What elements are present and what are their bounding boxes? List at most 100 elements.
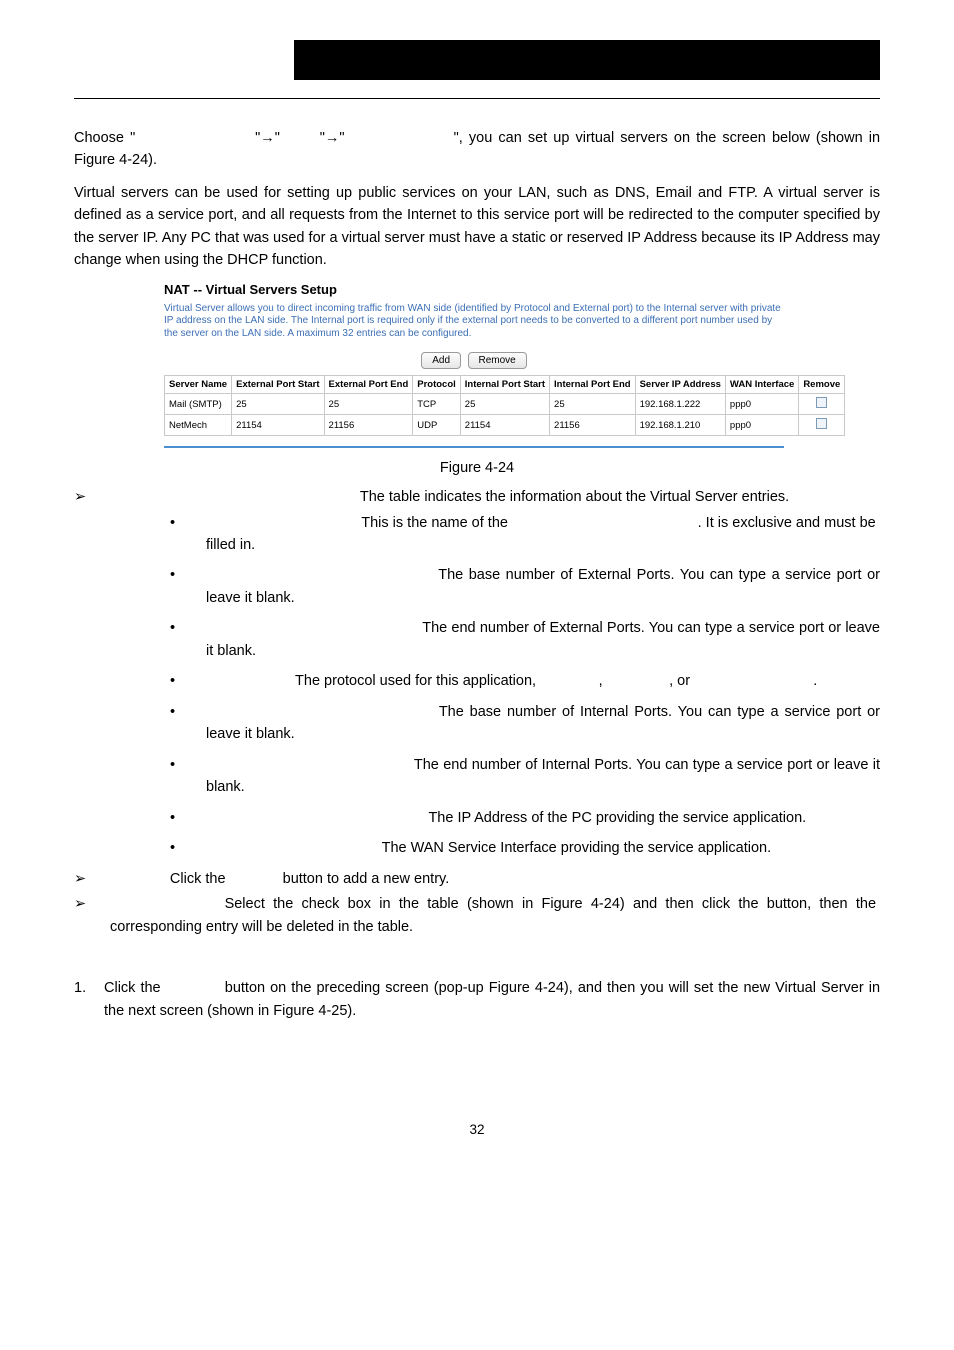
- bullet-icon: •: [150, 701, 206, 746]
- label-wan: WAN Interface:: [206, 840, 304, 856]
- list-item-vstable: ➢ Virtual Server Table: The table indica…: [74, 486, 880, 509]
- label-server-name: Server Name:: [206, 515, 295, 531]
- label-vs-table: Virtual Server Table:: [110, 489, 240, 505]
- page-number: 32: [74, 1122, 880, 1137]
- bullet-icon: •: [150, 512, 206, 557]
- cell: 25: [550, 394, 636, 415]
- list-item: • Internal Port End: The end number of I…: [150, 754, 880, 799]
- list-item: • WAN Interface: The WAN Service Interfa…: [150, 837, 880, 859]
- list-item: • Server IP Address: The IP Address of t…: [150, 807, 880, 829]
- list-item-add: ➢ Add: Click the Add button to add a new…: [74, 868, 880, 891]
- quote4: ": [339, 130, 344, 146]
- cell: ppp0: [725, 415, 798, 436]
- text: The IP Address of the PC providing the s…: [428, 810, 806, 826]
- figure-description: Virtual Server allows you to direct inco…: [164, 303, 784, 341]
- nav-step-1: Advanced Setup: [141, 130, 249, 146]
- col-server-name: Server Name: [165, 376, 232, 394]
- intro-paragraph: Virtual servers can be used for setting …: [74, 182, 880, 272]
- text: This is the name of the: [361, 515, 512, 531]
- field-list: • Server Name: This is the name of the V…: [150, 512, 880, 860]
- steps-list: 1. Click the Add button on the preceding…: [74, 977, 880, 1022]
- remove-checkbox[interactable]: [816, 397, 827, 408]
- label-add: Add:: [110, 871, 140, 887]
- choose-prefix: Choose ": [74, 130, 135, 146]
- add-button[interactable]: Add: [421, 352, 461, 369]
- label-protocol: Protocol:: [206, 673, 263, 689]
- remove-button[interactable]: Remove: [468, 352, 527, 369]
- cell: 25: [460, 394, 549, 415]
- label-udp: UDP: [607, 673, 637, 689]
- text-b: button to add a new entry.: [283, 871, 450, 887]
- col-protocol: Protocol: [413, 376, 461, 394]
- list-item: • Internal Port Start: The base number o…: [150, 701, 880, 746]
- step-number: 1.: [74, 977, 104, 1022]
- tail: .: [813, 673, 817, 689]
- label-vs: Virtual Server: [512, 515, 600, 531]
- label-all: TCP/UDP: [694, 673, 757, 689]
- col-remove: Remove: [799, 376, 845, 394]
- header-black-bar: [294, 40, 880, 80]
- bullet-icon: •: [150, 617, 206, 662]
- list-item-remove: ➢ Remove: Select the check box in the ta…: [74, 893, 880, 939]
- nav-path-paragraph: Choose " Advanced Setup "→" NAT "→" Virt…: [74, 127, 880, 172]
- chevron-icon: ➢: [74, 486, 110, 509]
- bullet-icon: •: [150, 670, 206, 692]
- arrow-icon-2: →: [325, 130, 340, 146]
- figure-title: NAT -- Virtual Servers Setup: [164, 282, 784, 297]
- list-item: • External Port Start: The base number o…: [150, 564, 880, 609]
- text: The protocol used for this application,: [295, 673, 540, 689]
- cell: 25: [232, 394, 324, 415]
- cell: 21154: [232, 415, 324, 436]
- label-int-end: Internal Port End:: [206, 757, 319, 773]
- cell: 192.168.1.210: [635, 415, 725, 436]
- bullet-icon: •: [150, 754, 206, 799]
- cell: NetMech: [165, 415, 232, 436]
- list-item: • Protocol: The protocol used for this a…: [150, 670, 880, 692]
- chevron-icon: ➢: [74, 868, 110, 891]
- quote2: ": [275, 130, 280, 146]
- label-ext-end: External Port End:: [206, 620, 324, 636]
- cell-checkbox: [799, 394, 845, 415]
- chevron-icon: ➢: [74, 893, 110, 939]
- text-a: Click the: [170, 871, 229, 887]
- text-a: Click the: [104, 980, 165, 996]
- bullet-icon: •: [150, 564, 206, 609]
- label-tcp: TCP: [540, 673, 569, 689]
- nav-step-3: Virtual Servers: [351, 130, 448, 146]
- text: The table indicates the information abou…: [360, 489, 789, 505]
- horizontal-rule: [74, 98, 880, 99]
- cell: 21156: [550, 415, 636, 436]
- list-item: • Server Name: This is the name of the V…: [150, 512, 880, 557]
- label-add-btn2: Add: [165, 980, 191, 996]
- col-ext-port-end: External Port End: [324, 376, 413, 394]
- comma1: ,: [599, 673, 607, 689]
- list-item: • External Port End: The end number of E…: [150, 617, 880, 662]
- col-ext-port-start: External Port Start: [232, 376, 324, 394]
- text-b: button on the preceding screen (pop-up F…: [104, 980, 880, 1018]
- cell: ppp0: [725, 394, 798, 415]
- figure-bottom-rule: [164, 446, 784, 448]
- figure-nat-virtual-servers: NAT -- Virtual Servers Setup Virtual Ser…: [164, 282, 784, 449]
- cell: 21154: [460, 415, 549, 436]
- remove-checkbox[interactable]: [816, 418, 827, 429]
- figure-caption: Figure 4-24: [74, 460, 880, 476]
- table-row: Mail (SMTP) 25 25 TCP 25 25 192.168.1.22…: [165, 394, 845, 415]
- col-int-port-end: Internal Port End: [550, 376, 636, 394]
- cell-checkbox: [799, 415, 845, 436]
- table-row: NetMech 21154 21156 UDP 21154 21156 192.…: [165, 415, 845, 436]
- virtual-servers-table: Server Name External Port Start External…: [164, 375, 845, 436]
- text: The WAN Service Interface providing the …: [382, 840, 772, 856]
- label-remove: Remove:: [110, 896, 168, 912]
- table-header-row: Server Name External Port Start External…: [165, 376, 845, 394]
- description-list: ➢ Virtual Server Table: The table indica…: [74, 486, 880, 939]
- col-int-port-start: Internal Port Start: [460, 376, 549, 394]
- label-server-ip: Server IP Address:: [206, 810, 327, 826]
- cell: TCP: [413, 394, 461, 415]
- col-server-ip: Server IP Address: [635, 376, 725, 394]
- arrow-icon: →: [260, 130, 275, 146]
- label-int-start: Internal Port Start:: [206, 704, 327, 720]
- bullet-icon: •: [150, 807, 206, 829]
- step-1: 1. Click the Add button on the preceding…: [74, 977, 880, 1022]
- cell: UDP: [413, 415, 461, 436]
- cell: Mail (SMTP): [165, 394, 232, 415]
